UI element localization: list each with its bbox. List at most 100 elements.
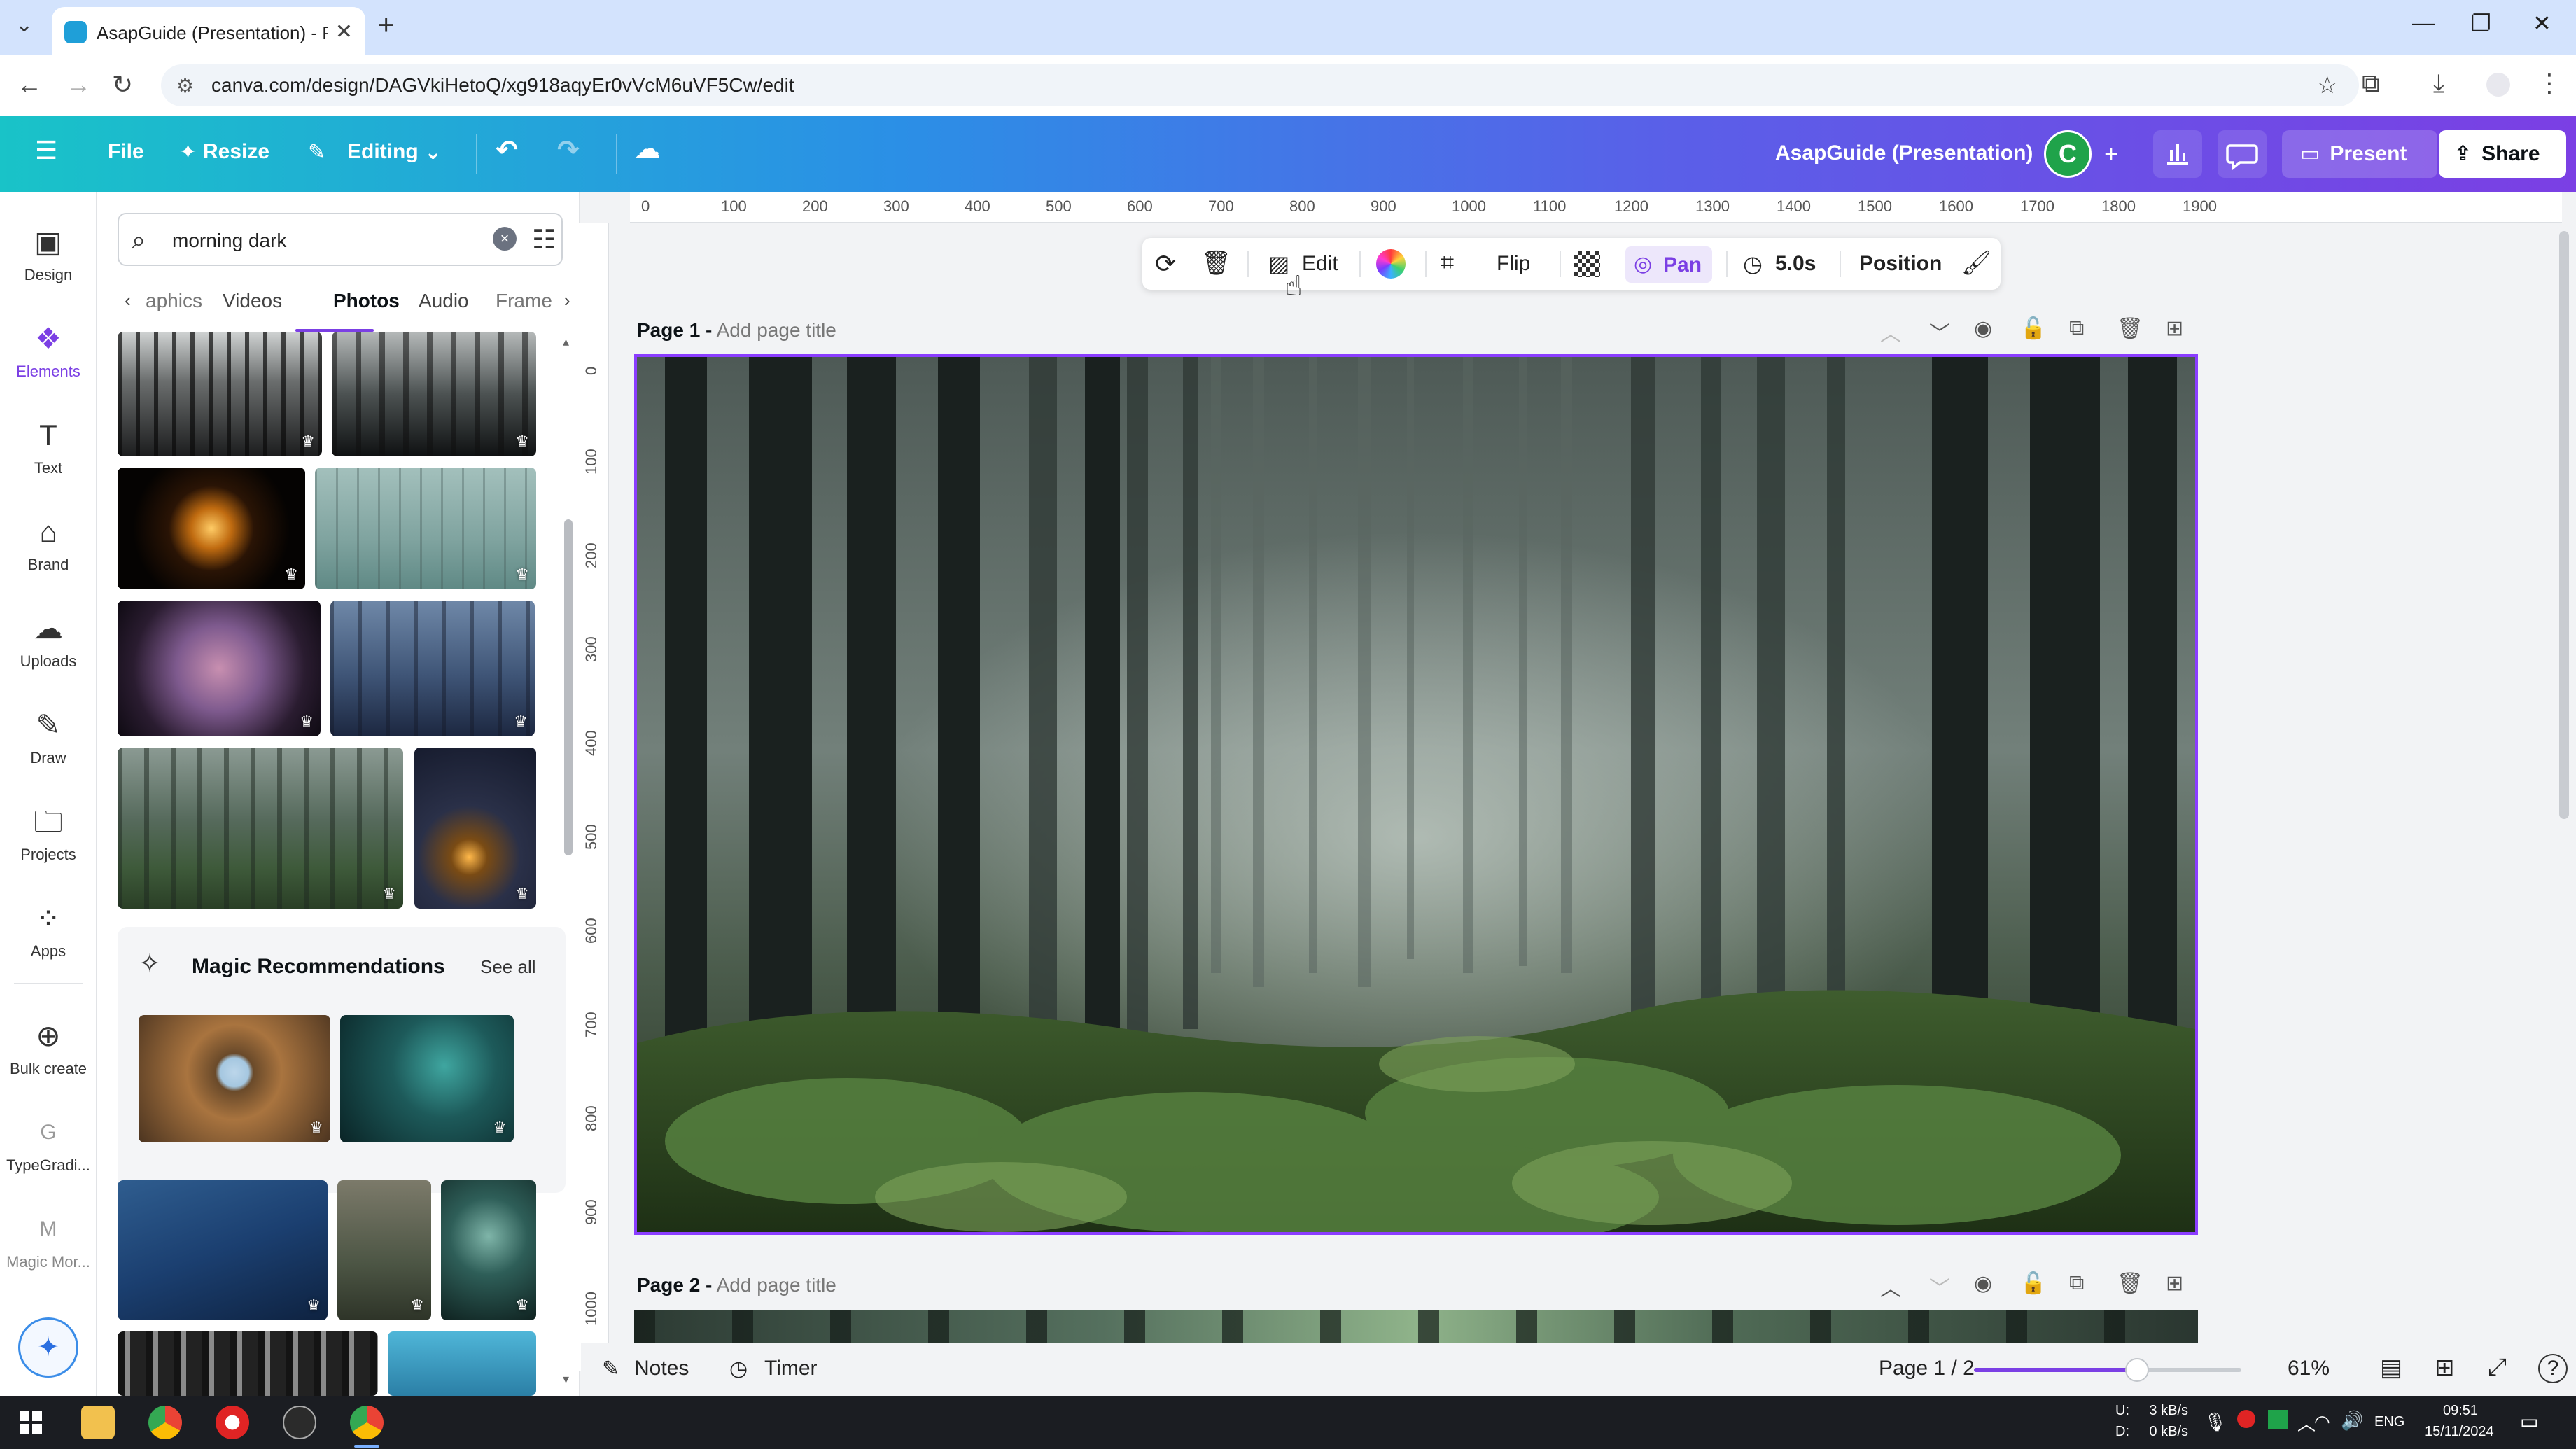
- rail-item-magic-morph[interactable]: M Magic Mor...: [0, 1211, 97, 1271]
- photo-thumbnail[interactable]: ♛: [332, 332, 536, 456]
- tab-audio[interactable]: Audio: [419, 290, 469, 312]
- forest-photo[interactable]: [637, 357, 2195, 1232]
- mic-icon[interactable]: 🎙: [2204, 1411, 2227, 1433]
- move-page-up-icon[interactable]: ︿: [1880, 1271, 1901, 1302]
- replace-image-icon[interactable]: ⟳: [1155, 249, 1176, 279]
- browser-tab-active[interactable]: AsapGuide (Presentation) - Presentation …: [52, 7, 365, 55]
- bookmark-star-icon[interactable]: ☆: [2317, 71, 2338, 99]
- canvas-scrollbar[interactable]: [2559, 231, 2569, 819]
- tab-frames[interactable]: Frame: [496, 290, 552, 312]
- crop-icon[interactable]: ⌗: [1441, 249, 1454, 276]
- file-explorer-icon[interactable]: [81, 1406, 115, 1439]
- tabs-scroll-left-icon[interactable]: ‹: [125, 290, 131, 312]
- panel-scroll-thumb[interactable]: [564, 519, 573, 855]
- magic-assistant-icon[interactable]: ✦: [18, 1317, 78, 1378]
- add-page-icon[interactable]: ⊞: [2166, 316, 2183, 341]
- photo-thumbnail[interactable]: ♛: [337, 1180, 431, 1320]
- chrome-icon[interactable]: [148, 1406, 182, 1439]
- see-all-link[interactable]: See all: [480, 956, 536, 978]
- rail-item-draw[interactable]: ✎ Draw: [0, 707, 97, 767]
- comment-icon[interactable]: [2218, 130, 2267, 178]
- url-bar[interactable]: ⚙ canva.com/design/DAGVkiHetoQ/xg918aqyE…: [161, 64, 2359, 106]
- delete-icon[interactable]: 🗑: [1201, 249, 1231, 277]
- position-button[interactable]: Position: [1859, 252, 1942, 276]
- photo-thumbnail[interactable]: ♛: [118, 1180, 328, 1320]
- page-1-canvas[interactable]: [634, 354, 2198, 1235]
- cloud-saved-icon[interactable]: ☁: [634, 133, 661, 164]
- page-2-title-placeholder[interactable]: Add page title: [717, 1274, 836, 1296]
- color-adjust-icon[interactable]: [1376, 249, 1406, 279]
- scroll-down-arrow-icon[interactable]: ▾: [563, 1372, 569, 1387]
- photo-thumbnail[interactable]: ♛: [441, 1180, 536, 1320]
- browser-menu-icon[interactable]: ⋮: [2537, 69, 2562, 98]
- move-page-down-icon[interactable]: ﹀: [1929, 1271, 1950, 1302]
- photo-thumbnail[interactable]: [388, 1331, 536, 1396]
- help-icon[interactable]: ?: [2538, 1354, 2568, 1383]
- rail-item-projects[interactable]: 🗀 Projects: [0, 804, 97, 864]
- nvidia-tray-icon[interactable]: [2268, 1410, 2288, 1429]
- rail-item-brand[interactable]: ⌂ Brand: [0, 514, 97, 574]
- page-1-title-placeholder[interactable]: Add page title: [717, 319, 836, 341]
- capture-tool-icon[interactable]: [283, 1406, 316, 1439]
- rail-item-elements[interactable]: ❖ Elements: [0, 321, 97, 381]
- undo-icon[interactable]: ↶: [496, 134, 518, 166]
- extensions-icon[interactable]: ⧉: [2362, 69, 2380, 99]
- transparency-icon[interactable]: [1574, 251, 1600, 277]
- photo-thumbnail[interactable]: ♛: [330, 601, 535, 736]
- insights-chart-icon[interactable]: [2153, 130, 2202, 178]
- resize-button[interactable]: Resize: [203, 140, 270, 164]
- page-1-title[interactable]: Page 1 - Add page title: [637, 319, 836, 342]
- filter-icon[interactable]: ☷: [532, 224, 556, 255]
- main-menu-icon[interactable]: ☰: [35, 136, 57, 165]
- photo-thumbnail[interactable]: ♛: [414, 748, 536, 909]
- photo-thumbnail[interactable]: ♛: [139, 1015, 330, 1142]
- invite-plus-icon[interactable]: +: [2090, 130, 2132, 178]
- forward-icon[interactable]: →: [66, 70, 91, 99]
- photo-thumbnail[interactable]: ♛: [118, 332, 322, 456]
- lock-page-icon[interactable]: 🔓: [2020, 316, 2046, 341]
- redo-icon[interactable]: ↷: [557, 134, 580, 166]
- reload-icon[interactable]: ↻: [112, 70, 133, 99]
- timer-button[interactable]: Timer: [764, 1357, 818, 1380]
- scroll-up-arrow-icon[interactable]: ▴: [563, 335, 569, 349]
- rail-item-text[interactable]: T Text: [0, 417, 97, 477]
- rail-item-apps[interactable]: ⁘ Apps: [0, 900, 97, 960]
- rail-item-uploads[interactable]: ☁ Uploads: [0, 610, 97, 671]
- windows-start-icon[interactable]: [14, 1406, 48, 1439]
- site-info-icon[interactable]: ⚙: [176, 74, 194, 97]
- volume-icon[interactable]: 🔊: [2341, 1410, 2363, 1432]
- rail-item-bulk-create[interactable]: ⊕ Bulk create: [0, 1018, 97, 1078]
- editing-mode-button[interactable]: Editing: [347, 140, 419, 164]
- share-button[interactable]: ⇪ Share: [2439, 130, 2566, 178]
- duplicate-page-icon[interactable]: ⧉: [2069, 316, 2084, 340]
- move-page-down-icon[interactable]: ﹀: [1929, 316, 1950, 347]
- fullscreen-icon[interactable]: ⤢: [2488, 1354, 2507, 1381]
- move-page-up-icon[interactable]: ︿: [1880, 316, 1901, 347]
- tab-photos[interactable]: Photos: [333, 290, 400, 312]
- show-hidden-icons[interactable]: ︿: [2297, 1410, 2316, 1436]
- tab-graphics[interactable]: aphics: [146, 290, 202, 312]
- delete-page-icon[interactable]: 🗑: [2117, 1271, 2143, 1296]
- close-tab-icon[interactable]: ✕: [335, 20, 353, 44]
- lock-page-icon[interactable]: 🔓: [2020, 1271, 2046, 1296]
- photo-thumbnail[interactable]: ♛: [118, 468, 305, 589]
- panel-scrollbar[interactable]: ▴ ▾: [561, 332, 574, 1386]
- profile-icon[interactable]: [2486, 73, 2510, 97]
- notifications-icon[interactable]: ▭: [2520, 1410, 2538, 1433]
- photo-thumbnail[interactable]: ♛: [118, 601, 321, 736]
- wifi-icon[interactable]: ◠: [2314, 1411, 2330, 1433]
- back-icon[interactable]: ←: [17, 70, 42, 99]
- edit-button[interactable]: Edit: [1302, 252, 1338, 276]
- tab-videos[interactable]: Videos: [223, 290, 282, 312]
- zoom-slider-track[interactable]: [1974, 1368, 2241, 1372]
- pan-animation-button[interactable]: ◎ Pan: [1625, 246, 1712, 283]
- hide-page-eye-icon[interactable]: ◉: [1974, 316, 1992, 341]
- copy-style-paint-roller-icon[interactable]: 🖌: [1961, 249, 1991, 277]
- hide-page-eye-icon[interactable]: ◉: [1974, 1271, 1992, 1296]
- photo-thumbnail[interactable]: [118, 1331, 378, 1396]
- duration-button[interactable]: 5.0s: [1775, 252, 1816, 276]
- duplicate-page-icon[interactable]: ⧉: [2069, 1271, 2084, 1295]
- grid-view-icon[interactable]: ▤: [2380, 1354, 2402, 1382]
- record-tray-icon[interactable]: [2237, 1410, 2255, 1428]
- clock-date[interactable]: 15/11/2024: [2425, 1424, 2494, 1440]
